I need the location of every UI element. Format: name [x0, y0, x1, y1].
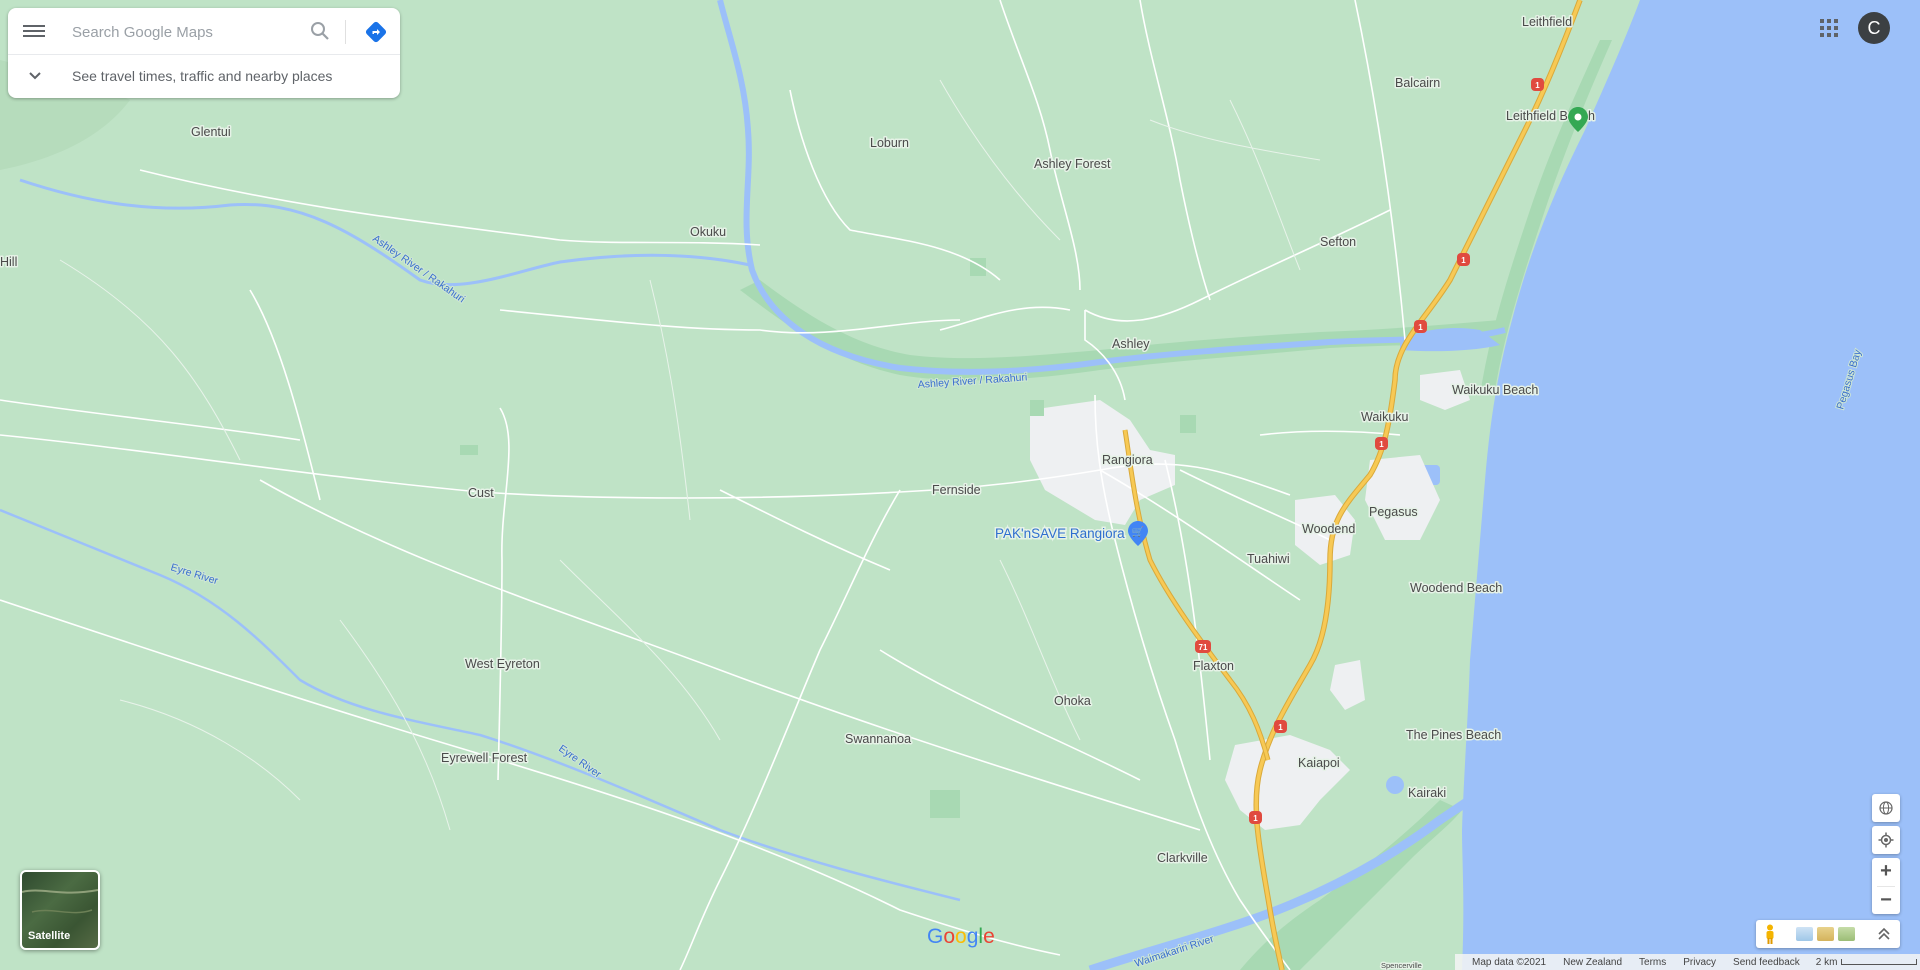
- travel-times-label: See travel times, traffic and nearby pla…: [72, 68, 333, 84]
- layers-bar: [1756, 920, 1900, 948]
- satellite-label: Satellite: [28, 930, 71, 942]
- pegman-icon[interactable]: [1762, 924, 1778, 944]
- place-label: Rangiora: [1102, 453, 1153, 467]
- globe-icon: [1879, 801, 1893, 815]
- my-location-button[interactable]: [1872, 826, 1900, 854]
- svg-text:PAK'nSAVE Rangiora: PAK'nSAVE Rangiora: [995, 526, 1125, 541]
- directions-icon[interactable]: [364, 20, 388, 44]
- scale-indicator[interactable]: 2 km: [1816, 957, 1918, 968]
- place-label: Ashley: [1112, 337, 1150, 351]
- place-label: Kairaki: [1408, 786, 1446, 800]
- place-label: The Pines Beach: [1406, 728, 1501, 742]
- map-data-attribution: Map data ©2021: [1472, 956, 1547, 968]
- place-label: Woodend: [1302, 522, 1355, 536]
- send-feedback-link[interactable]: Send feedback: [1733, 957, 1800, 968]
- search-row: [8, 8, 400, 55]
- place-label: Tuahiwi: [1247, 552, 1290, 566]
- satellite-thumbnail: [22, 889, 98, 914]
- expand-icon: [1878, 927, 1890, 940]
- svg-text:1: 1: [1278, 723, 1283, 732]
- place-label: Fernside: [932, 483, 981, 497]
- satellite-toggle[interactable]: Satellite: [20, 870, 100, 950]
- footer-bar: Map data ©2021 New Zealand Terms Privacy…: [1455, 954, 1920, 970]
- country-link[interactable]: New Zealand: [1563, 957, 1622, 968]
- place-label: Pegasus: [1369, 505, 1418, 519]
- place-label: Spencerville: [1381, 961, 1422, 970]
- map-canvas[interactable]: 1 1 1 1 71 1 1 Leithfield Balcairn Leith…: [0, 0, 1920, 970]
- place-label: Okuku: [690, 225, 726, 239]
- layer-thumb-transit[interactable]: [1817, 927, 1834, 941]
- search-icon[interactable]: [310, 21, 330, 41]
- place-label: Balcairn: [1395, 76, 1440, 90]
- terms-link[interactable]: Terms: [1639, 957, 1666, 968]
- scale-bar: [1841, 958, 1918, 965]
- place-label: Eyrewell Forest: [441, 751, 528, 765]
- place-label: Loburn: [870, 136, 909, 150]
- place-label: Hill: [0, 255, 17, 269]
- highway-shield: 71: [1195, 640, 1211, 653]
- place-label: Leithfield: [1522, 15, 1572, 29]
- place-label: Glentui: [191, 125, 231, 139]
- layer-thumb-terrain[interactable]: [1838, 927, 1855, 941]
- park-patch: [1180, 415, 1196, 433]
- globe-button[interactable]: [1872, 794, 1900, 822]
- place-label: Waikuku: [1361, 410, 1409, 424]
- highway-shield: 1: [1375, 437, 1388, 450]
- google-logo: Google: [927, 925, 995, 948]
- place-label: West Eyreton: [465, 657, 540, 671]
- my-location-icon: [1878, 832, 1894, 848]
- park-patch: [930, 790, 960, 818]
- scale-label: 2 km: [1815, 956, 1838, 968]
- zoom-in-icon[interactable]: +: [1872, 858, 1900, 885]
- highway-shield: 1: [1531, 78, 1544, 91]
- layer-thumb-traffic[interactable]: [1796, 927, 1813, 941]
- place-label: Cust: [468, 486, 494, 500]
- highway-shield: 1: [1414, 320, 1427, 333]
- svg-text:1: 1: [1379, 440, 1384, 449]
- svg-text:🛒: 🛒: [1132, 525, 1144, 538]
- highway-shield: 1: [1249, 811, 1262, 824]
- apps-grid-icon[interactable]: [1820, 19, 1838, 37]
- place-label: Clarkville: [1157, 851, 1208, 865]
- park-patch: [1030, 400, 1044, 416]
- avatar[interactable]: C: [1858, 12, 1890, 44]
- place-label: Ashley Forest: [1034, 157, 1111, 171]
- menu-icon[interactable]: [23, 22, 45, 40]
- zoom-out-icon[interactable]: −: [1872, 887, 1900, 914]
- svg-text:1: 1: [1535, 81, 1540, 90]
- chevron-down-icon: [29, 72, 41, 80]
- search-input[interactable]: [70, 20, 294, 44]
- travel-times-row[interactable]: See travel times, traffic and nearby pla…: [8, 55, 400, 98]
- place-label: Swannanoa: [845, 732, 911, 746]
- svg-text:1: 1: [1253, 814, 1258, 823]
- place-label: Flaxton: [1193, 659, 1234, 673]
- place-label: Sefton: [1320, 235, 1356, 249]
- place-label: Woodend Beach: [1410, 581, 1502, 595]
- park-patch: [460, 445, 478, 455]
- search-panel: See travel times, traffic and nearby pla…: [8, 8, 400, 98]
- highway-shield: 1: [1457, 253, 1470, 266]
- place-label: Kaiapoi: [1298, 756, 1340, 770]
- svg-text:1: 1: [1461, 256, 1466, 265]
- svg-text:71: 71: [1199, 643, 1208, 652]
- place-label: Ohoka: [1054, 694, 1091, 708]
- place-label: Waikuku Beach: [1452, 383, 1538, 397]
- highway-shield: 1: [1274, 720, 1287, 733]
- divider: [345, 20, 346, 44]
- zoom-controls: + −: [1872, 858, 1900, 914]
- svg-text:1: 1: [1418, 323, 1423, 332]
- lake: [1386, 776, 1404, 794]
- privacy-link[interactable]: Privacy: [1683, 957, 1716, 968]
